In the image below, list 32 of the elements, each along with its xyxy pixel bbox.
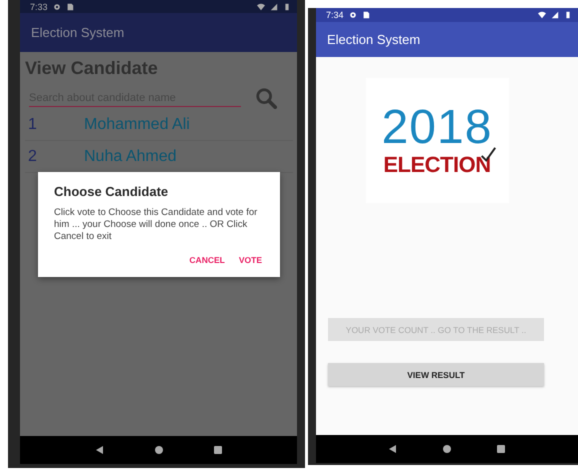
recents-icon[interactable]	[212, 445, 222, 455]
battery-icon	[564, 11, 572, 19]
candidate-row[interactable]: 1 Mohammed Ali	[25, 109, 293, 141]
gear-icon	[52, 2, 61, 10]
candidate-number: 2	[28, 148, 38, 166]
logo-year: 2018	[382, 104, 492, 152]
back-icon[interactable]	[94, 445, 104, 455]
back-icon[interactable]	[388, 444, 398, 454]
wifi-icon	[538, 11, 546, 19]
recents-icon[interactable]	[496, 444, 506, 454]
home-icon[interactable]	[154, 445, 164, 455]
status-time: 7:34	[326, 10, 344, 20]
signal-icon	[551, 11, 559, 19]
candidate-number: 1	[28, 116, 38, 134]
dialog-button[interactable]: VOTE	[234, 252, 266, 267]
dialog-message: Click vote to Choose this Candidate and vote for him ... your Choose will done once .. OR Click Cancel to exit	[54, 207, 258, 243]
app-title: Election System	[31, 25, 124, 40]
logo-word: ELECTION	[383, 152, 491, 176]
dialog-title: Choose Candidate	[54, 184, 170, 199]
battery-icon	[283, 2, 291, 10]
candidate-name: Mohammed Ali	[84, 116, 190, 134]
dialog-button[interactable]: CANCEL	[185, 252, 229, 267]
gear-icon	[348, 11, 357, 19]
action-button[interactable]: VIEW RESULT	[328, 363, 544, 386]
home-icon[interactable]	[442, 444, 452, 454]
candidate-name: Nuha Ahmed	[84, 148, 177, 166]
sd-card-icon	[66, 2, 74, 10]
sd-card-icon	[362, 11, 370, 19]
signal-icon	[270, 2, 278, 10]
app-title: Election System	[327, 32, 420, 47]
wifi-icon	[257, 2, 265, 10]
status-time: 7:33	[30, 2, 48, 12]
